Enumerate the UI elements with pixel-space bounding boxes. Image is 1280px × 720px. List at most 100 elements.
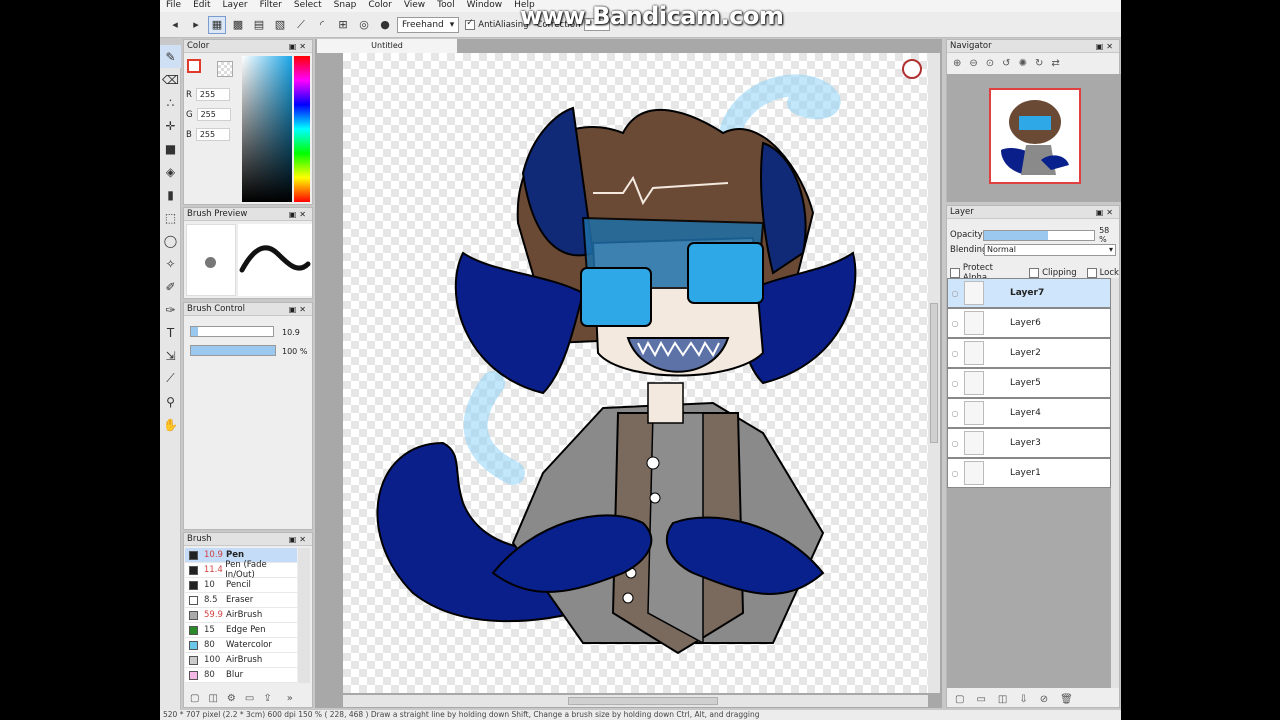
horizontal-scroll-thumb[interactable] bbox=[568, 697, 718, 705]
menu-layer[interactable]: Layer bbox=[217, 0, 254, 12]
visibility-icon[interactable]: ○ bbox=[948, 409, 962, 418]
delete-layer-icon[interactable]: 🗑 bbox=[1060, 694, 1073, 705]
snap-circle-icon[interactable]: ◎ bbox=[355, 16, 373, 34]
hue-bar[interactable] bbox=[294, 56, 310, 202]
pattern-solid-icon[interactable]: ▦ bbox=[208, 15, 226, 34]
lasso-tool-icon[interactable]: ◯ bbox=[160, 229, 181, 252]
zoom-fit-icon[interactable]: ⊙ bbox=[986, 58, 994, 69]
zoom-out-icon[interactable]: ⊖ bbox=[969, 58, 977, 69]
brush-item[interactable]: 59.9 AirBrush bbox=[185, 608, 297, 623]
panel-controls-icon[interactable]: ▣✕ bbox=[1096, 40, 1116, 53]
operation-tool-icon[interactable]: ⇲ bbox=[160, 344, 181, 367]
layer-list-scrollbar[interactable] bbox=[1111, 278, 1119, 688]
new-folder-icon[interactable]: ▭ bbox=[976, 694, 985, 705]
snap-point-icon[interactable]: ● bbox=[376, 16, 394, 34]
rotate-reset-icon[interactable]: ✺ bbox=[1019, 58, 1027, 69]
flip-icon[interactable]: ⇄ bbox=[1051, 58, 1059, 69]
visibility-icon[interactable]: ○ bbox=[948, 349, 962, 358]
navigator-viewport-frame[interactable] bbox=[989, 88, 1081, 184]
clear-layer-icon[interactable]: ⊘ bbox=[1040, 694, 1048, 705]
panel-controls-icon[interactable]: ▣✕ bbox=[1096, 206, 1116, 219]
gradient-tool-icon[interactable]: ▮ bbox=[160, 183, 181, 206]
visibility-icon[interactable]: ○ bbox=[948, 289, 962, 298]
hand-tool-icon[interactable]: ✋ bbox=[160, 413, 181, 436]
brush-opacity-slider[interactable] bbox=[190, 345, 276, 356]
pattern-diagonal-icon[interactable]: ▧ bbox=[271, 16, 289, 34]
next-icon[interactable]: ▸ bbox=[187, 16, 205, 34]
layer-row[interactable]: ○ Layer1 bbox=[947, 458, 1111, 488]
panel-controls-icon[interactable]: ▣✕ bbox=[289, 40, 309, 53]
transparent-swatch[interactable] bbox=[217, 61, 233, 77]
move-tool-icon[interactable]: ✛ bbox=[160, 114, 181, 137]
brush-item[interactable]: 11.4 Pen (Fade In/Out) bbox=[185, 560, 297, 580]
protect-alpha-checkbox[interactable] bbox=[950, 268, 960, 278]
prev-icon[interactable]: ◂ bbox=[166, 16, 184, 34]
magic-wand-tool-icon[interactable]: ✧ bbox=[160, 252, 181, 275]
fill-rect-tool-icon[interactable]: ■ bbox=[160, 137, 181, 160]
bucket-tool-icon[interactable]: ◈ bbox=[160, 160, 181, 183]
text-tool-icon[interactable]: T bbox=[160, 321, 181, 344]
layer-row[interactable]: ○ Layer7 bbox=[947, 278, 1111, 308]
brush-export-icon[interactable]: ⇪ bbox=[263, 693, 271, 704]
pattern-lines-icon[interactable]: ▤ bbox=[250, 16, 268, 34]
panel-controls-icon[interactable]: ▣✕ bbox=[289, 303, 309, 316]
select-pen-tool-icon[interactable]: ✐ bbox=[160, 275, 181, 298]
vertical-scroll-thumb[interactable] bbox=[930, 303, 938, 443]
pattern-grid-icon[interactable]: ▩ bbox=[229, 16, 247, 34]
drawing-canvas[interactable] bbox=[343, 53, 928, 693]
menu-file[interactable]: File bbox=[160, 0, 187, 12]
green-input[interactable]: 255 bbox=[196, 108, 231, 121]
snap-grid-icon[interactable]: ⊞ bbox=[334, 16, 352, 34]
new-layer-icon[interactable]: ▢ bbox=[955, 694, 964, 705]
rotate-left-icon[interactable]: ↺ bbox=[1002, 58, 1010, 69]
menu-color[interactable]: Color bbox=[362, 0, 398, 12]
primary-color-swatch[interactable] bbox=[187, 59, 201, 73]
visibility-icon[interactable]: ○ bbox=[948, 379, 962, 388]
dot-tool-icon[interactable]: ∴ bbox=[160, 91, 181, 114]
eyedropper-tool-icon[interactable]: ⚲ bbox=[160, 390, 181, 413]
menu-tool[interactable]: Tool bbox=[431, 0, 460, 12]
brush-item[interactable]: 80 Watercolor bbox=[185, 638, 297, 653]
brush-item[interactable]: 10 Pencil bbox=[185, 578, 297, 593]
snap-curve-icon[interactable]: ◜ bbox=[313, 16, 331, 34]
layer-row[interactable]: ○ Layer3 bbox=[947, 428, 1111, 458]
menu-view[interactable]: View bbox=[398, 0, 431, 12]
saturation-value-square[interactable] bbox=[242, 56, 292, 202]
navigator-view[interactable] bbox=[947, 74, 1121, 202]
pen-tool-icon[interactable]: ✎ bbox=[160, 45, 181, 68]
layer-row[interactable]: ○ Layer5 bbox=[947, 368, 1111, 398]
clipping-checkbox[interactable] bbox=[1029, 268, 1040, 278]
zoom-in-icon[interactable]: ⊕ bbox=[953, 58, 961, 69]
brush-item[interactable]: 100 AirBrush bbox=[185, 653, 297, 668]
merge-layer-icon[interactable]: ⇩ bbox=[1019, 694, 1027, 705]
red-input[interactable]: 255 bbox=[195, 88, 230, 101]
layer-row[interactable]: ○ Layer4 bbox=[947, 398, 1111, 428]
lock-checkbox[interactable] bbox=[1086, 268, 1097, 278]
rotate-right-icon[interactable]: ↻ bbox=[1035, 58, 1043, 69]
brush-item[interactable]: 80 Blur bbox=[185, 668, 297, 683]
menu-snap[interactable]: Snap bbox=[328, 0, 363, 12]
new-brush-icon[interactable]: ▢ bbox=[190, 693, 199, 704]
layer-row[interactable]: ○ Layer6 bbox=[947, 308, 1111, 338]
brush-item[interactable]: 15 Edge Pen bbox=[185, 623, 297, 638]
blue-input[interactable]: 255 bbox=[195, 128, 230, 141]
blending-select[interactable]: Normal ▾ bbox=[984, 244, 1116, 256]
menu-edit[interactable]: Edit bbox=[187, 0, 216, 12]
duplicate-brush-icon[interactable]: ◫ bbox=[208, 693, 217, 704]
visibility-icon[interactable]: ○ bbox=[948, 469, 962, 478]
visibility-icon[interactable]: ○ bbox=[948, 439, 962, 448]
brush-list-scrollbar[interactable] bbox=[298, 548, 310, 683]
visibility-icon[interactable]: ○ bbox=[948, 319, 962, 328]
select-tool-icon[interactable]: ⬚ bbox=[160, 206, 181, 229]
brush-size-slider[interactable] bbox=[190, 326, 274, 337]
select-eraser-tool-icon[interactable]: ✑ bbox=[160, 298, 181, 321]
document-tab[interactable]: Untitled bbox=[317, 39, 457, 53]
menu-filter[interactable]: Filter bbox=[254, 0, 288, 12]
menu-select[interactable]: Select bbox=[288, 0, 328, 12]
stroke-mode-select[interactable]: Freehand ▾ bbox=[397, 16, 460, 33]
brush-folder-icon[interactable]: ▭ bbox=[245, 693, 254, 704]
layer-row[interactable]: ○ Layer2 bbox=[947, 338, 1111, 368]
antialias-checkbox[interactable] bbox=[465, 18, 476, 30]
snap-diagonal-icon[interactable]: ⟋ bbox=[292, 16, 310, 34]
panel-controls-icon[interactable]: ▣✕ bbox=[289, 533, 309, 546]
